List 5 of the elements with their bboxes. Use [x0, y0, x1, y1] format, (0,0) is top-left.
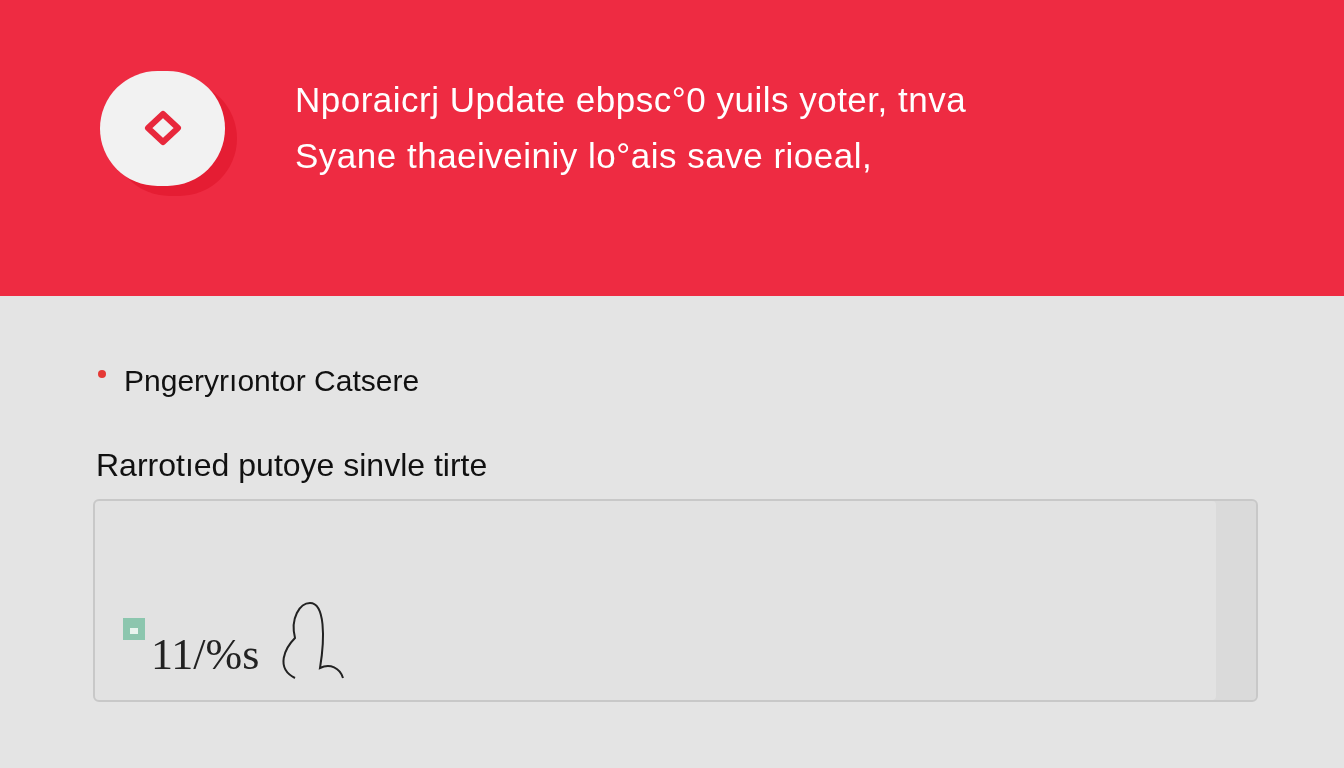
- text-area-field[interactable]: 11/%s: [93, 499, 1258, 702]
- field-label: Rarrotıed putoye sinvle tirte: [96, 446, 489, 485]
- field-value: 11/%s: [151, 629, 260, 681]
- alert-message: Nporaicrj Update ebpsc°0 yuils yoter, tnva Syane thaeiveiniy lo°ais save rioeal,: [295, 79, 967, 177]
- list-item: Pngeryrıontor Catsere: [124, 363, 420, 399]
